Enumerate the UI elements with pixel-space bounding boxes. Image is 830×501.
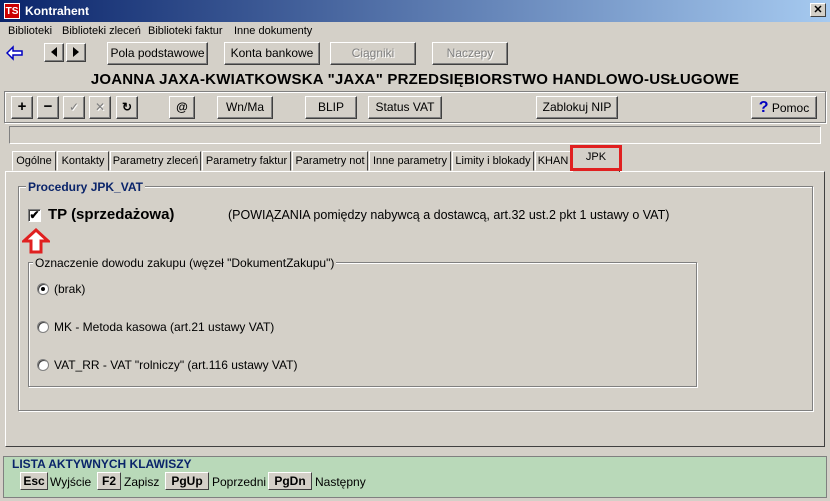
zablokuj-nip-button[interactable]: Zablokuj NIP — [536, 96, 618, 119]
refresh-icon[interactable]: ↻ — [116, 96, 138, 119]
triangle-right-icon — [73, 47, 79, 57]
remove-icon[interactable]: − — [37, 96, 59, 119]
help-label: Pomoc — [771, 101, 810, 115]
email-icon[interactable]: @ — [169, 96, 195, 119]
key-f2-action: Zapisz — [124, 475, 160, 489]
tab-ogolne[interactable]: Ogólne — [12, 151, 56, 171]
checkmark-icon: ✔ — [29, 208, 40, 222]
help-icon: ? — [758, 99, 769, 116]
tab-parametry-faktur[interactable]: Parametry faktur — [202, 151, 291, 171]
help-button[interactable]: ? Pomoc — [751, 96, 817, 119]
menu-biblioteki[interactable]: Biblioteki — [8, 25, 52, 37]
key-f2[interactable]: F2 — [97, 472, 121, 490]
tab-highlight-box — [570, 145, 622, 171]
info-field — [9, 126, 821, 144]
radio-vat-rr-label: VAT_RR - VAT "rolniczy" (art.116 ustawy … — [54, 358, 298, 372]
previous-record-button[interactable] — [44, 43, 64, 62]
tab-khan[interactable]: KHAN — [535, 151, 571, 171]
back-arrow-icon[interactable] — [5, 45, 24, 61]
menu-biblioteki-faktur[interactable]: Biblioteki faktur — [148, 25, 223, 37]
window-title: Kontrahent — [25, 4, 89, 18]
company-name: JOANNA JAXA-KWIATKOWSKA "JAXA" PRZEDSIĘB… — [90, 71, 740, 88]
tp-description: (POWIĄZANIA pomiędzy nabywcą a dostawcą,… — [228, 208, 670, 222]
menu-biblioteki-zlecen[interactable]: Biblioteki zleceń — [62, 25, 141, 37]
key-esc-action: Wyjście — [50, 475, 92, 489]
tp-label: TP (sprzedażowa) — [48, 206, 175, 223]
radio-brak-label: (brak) — [54, 282, 86, 296]
shortcut-panel-title: LISTA AKTYWNYCH KLAWISZY — [12, 457, 192, 471]
title-bar: TS Kontrahent ✕ — [0, 0, 830, 22]
blip-button[interactable]: BLIP — [305, 96, 357, 119]
status-vat-button[interactable]: Status VAT — [368, 96, 442, 119]
radio-mk-label: MK - Metoda kasowa (art.21 ustawy VAT) — [54, 320, 275, 334]
menu-inne-dokumenty[interactable]: Inne dokumenty — [234, 25, 312, 37]
key-esc[interactable]: Esc — [20, 472, 48, 490]
arrow-up-icon — [20, 227, 52, 254]
pola-podstawowe-button[interactable]: Pola podstawowe — [107, 42, 208, 65]
tp-checkbox[interactable]: ✔ — [28, 209, 41, 222]
radio-brak[interactable] — [37, 283, 49, 295]
dowod-zakupu-title: Oznaczenie dowodu zakupu (węzeł "Dokumen… — [33, 256, 337, 270]
triangle-left-icon — [51, 47, 57, 57]
confirm-icon[interactable]: ✓ — [63, 96, 85, 119]
key-pgup-action: Poprzedni — [212, 475, 267, 489]
radio-vat-rr[interactable] — [37, 359, 49, 371]
konta-bankowe-button[interactable]: Konta bankowe — [224, 42, 320, 65]
cancel-icon[interactable]: ✕ — [89, 96, 111, 119]
key-pgdn-action: Następny — [315, 475, 366, 489]
close-button[interactable]: ✕ — [810, 3, 826, 17]
tab-limity-i-blokady[interactable]: Limity i blokady — [452, 151, 534, 171]
ciagniki-button[interactable]: Ciągniki — [330, 42, 416, 65]
key-pgdn[interactable]: PgDn — [268, 472, 312, 490]
app-icon: TS — [4, 3, 20, 19]
next-record-button[interactable] — [66, 43, 86, 62]
tab-inne-parametry[interactable]: Inne parametry — [369, 151, 451, 171]
wn-ma-button[interactable]: Wn/Ma — [217, 96, 273, 119]
procedury-group-title: Procedury JPK_VAT — [26, 180, 145, 194]
tab-parametry-not[interactable]: Parametry not — [292, 151, 368, 171]
add-icon[interactable]: + — [11, 96, 33, 119]
key-pgup[interactable]: PgUp — [165, 472, 209, 490]
naczepy-button[interactable]: Naczepy — [432, 42, 508, 65]
tab-parametry-zlecen[interactable]: Parametry zleceń — [110, 151, 201, 171]
tab-kontakty[interactable]: Kontakty — [57, 151, 109, 171]
radio-mk[interactable] — [37, 321, 49, 333]
